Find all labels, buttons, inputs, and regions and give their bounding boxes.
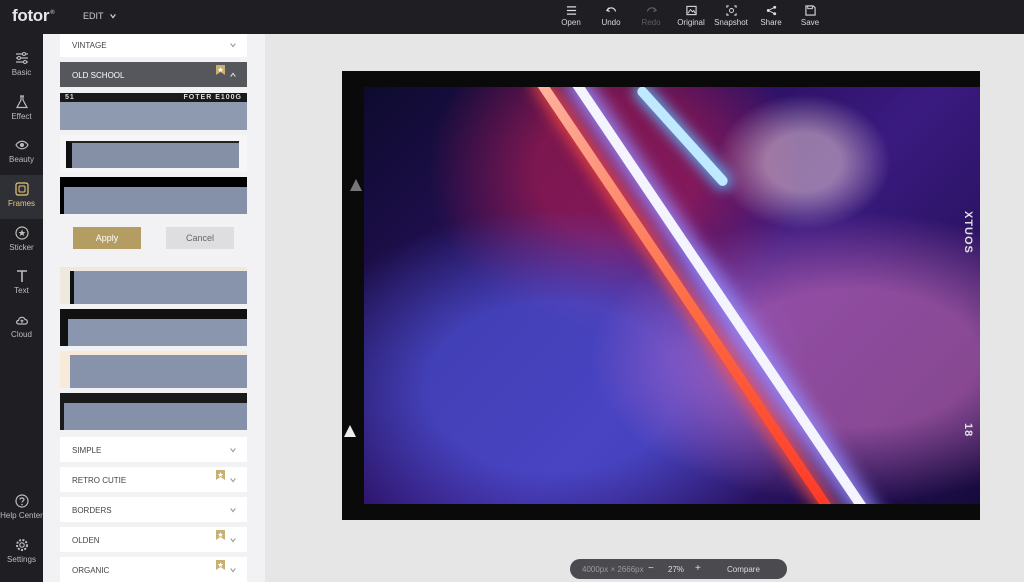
thumbnail-preview (60, 102, 247, 130)
nav-settings[interactable]: Settings (0, 531, 43, 575)
zoom-out-button[interactable]: − (648, 563, 654, 574)
frame-icon (14, 182, 29, 196)
top-bar: fotor® EDIT Open Undo Redo Original Snap… (0, 0, 1024, 34)
thumbnail-text: 51 (65, 94, 75, 101)
category-label: BORDERS (72, 506, 112, 515)
thumbnail-preview (66, 141, 239, 168)
edit-menu[interactable]: EDIT (83, 11, 117, 21)
fotor-logo[interactable]: fotor® (12, 6, 55, 26)
nav-text[interactable]: Text (0, 262, 43, 306)
cloud-icon (15, 316, 28, 325)
thumbnail-preview (64, 187, 247, 214)
frame-edge-text: 18 (962, 423, 974, 438)
category-olden[interactable]: OLDEN (60, 527, 247, 552)
left-nav: Basic Effect Beauty Frames Sticker Text … (0, 34, 43, 582)
chevron-down-icon (230, 538, 236, 543)
thumbnail-text: FOTER E100G (183, 94, 242, 101)
zoom-status-bar: 4000px × 2666px − 27% + Compare (570, 559, 787, 579)
nav-beauty[interactable]: Beauty (0, 131, 43, 175)
cancel-button[interactable]: Cancel (166, 227, 234, 249)
chevron-down-icon (230, 478, 236, 483)
category-label: SIMPLE (72, 446, 102, 455)
premium-bookmark-icon (216, 530, 225, 540)
neon-tube (569, 87, 892, 504)
flask-icon (15, 95, 28, 109)
nav-cloud[interactable]: Cloud (0, 306, 43, 350)
compare-button[interactable]: Compare (727, 565, 760, 574)
frame-marker-triangle (350, 179, 362, 191)
category-label: RETRO CUTIE (72, 476, 127, 485)
chevron-down-icon (230, 568, 236, 573)
chevron-down-icon (230, 43, 236, 48)
frame-thumbnail[interactable] (60, 135, 247, 172)
thumbnail-preview (64, 403, 247, 430)
category-borders[interactable]: BORDERS (60, 497, 247, 522)
editor-canvas[interactable]: XTUOS 18 (265, 34, 1024, 582)
nav-basic[interactable]: Basic (0, 44, 43, 88)
film-frame[interactable]: XTUOS 18 (342, 71, 980, 520)
nav-effect[interactable]: Effect (0, 88, 43, 132)
apply-button[interactable]: Apply (73, 227, 141, 249)
chevron-down-icon (109, 14, 116, 19)
edit-menu-label: EDIT (83, 11, 104, 21)
category-retro-cutie[interactable]: RETRO CUTIE (60, 467, 247, 492)
frame-thumbnail[interactable]: 51 FOTER E100G (60, 93, 247, 130)
frame-edge-text: XTUOS (962, 211, 974, 254)
redo-button[interactable]: Redo (631, 5, 671, 27)
frame-thumbnail[interactable] (60, 177, 247, 214)
text-icon (16, 270, 27, 282)
thumbnail-preview (68, 319, 247, 346)
chevron-up-icon (230, 72, 236, 77)
frame-thumbnail[interactable] (60, 267, 247, 304)
image-dimensions: 4000px × 2666px (582, 565, 644, 574)
category-label: OLD SCHOOL (72, 71, 125, 80)
frame-thumbnail[interactable] (60, 309, 247, 346)
nav-frames[interactable]: Frames (0, 175, 43, 219)
chevron-down-icon (230, 508, 236, 513)
open-button[interactable]: Open (551, 5, 591, 27)
zoom-level: 27% (668, 565, 685, 574)
category-label: OLDEN (72, 536, 100, 545)
help-icon (14, 494, 29, 508)
premium-bookmark-icon (216, 65, 225, 75)
menu-icon (566, 6, 576, 15)
category-organic[interactable]: ORGANIC (60, 557, 247, 582)
zoom-in-button[interactable]: + (695, 563, 701, 574)
chevron-down-icon (230, 448, 236, 453)
camera-icon (725, 5, 737, 16)
frame-thumbnail[interactable] (60, 351, 247, 388)
category-label: VINTAGE (72, 41, 107, 50)
original-button[interactable]: Original (671, 5, 711, 27)
thumbnail-preview (70, 355, 247, 388)
nav-help-center[interactable]: Help Center (0, 487, 43, 531)
undo-button[interactable]: Undo (591, 5, 631, 27)
nav-sticker[interactable]: Sticker (0, 219, 43, 263)
thumbnail-preview (70, 271, 247, 304)
sliders-icon (15, 52, 28, 64)
category-simple[interactable]: SIMPLE (60, 437, 247, 462)
save-icon (804, 5, 816, 16)
undo-icon (605, 7, 616, 12)
photo (364, 87, 980, 504)
share-button[interactable]: Share (751, 5, 791, 27)
frame-thumbnail[interactable] (60, 393, 247, 430)
neon-tube (635, 87, 730, 188)
sticker-icon (14, 226, 29, 240)
premium-bookmark-icon (216, 470, 225, 480)
share-icon (766, 5, 776, 16)
category-vintage[interactable]: VINTAGE (60, 34, 247, 57)
frames-panel: VINTAGE OLD SCHOOL 51 FOTER E100G Apply … (43, 34, 265, 582)
redo-icon (646, 7, 657, 12)
gear-icon (15, 539, 28, 551)
category-old-school[interactable]: OLD SCHOOL (60, 62, 247, 87)
premium-bookmark-icon (216, 560, 225, 570)
eye-icon (14, 140, 29, 150)
snapshot-button[interactable]: Snapshot (711, 5, 751, 27)
save-button[interactable]: Save (790, 5, 830, 27)
category-label: ORGANIC (72, 566, 110, 575)
image-icon (685, 5, 697, 16)
frame-marker-triangle (344, 425, 356, 437)
